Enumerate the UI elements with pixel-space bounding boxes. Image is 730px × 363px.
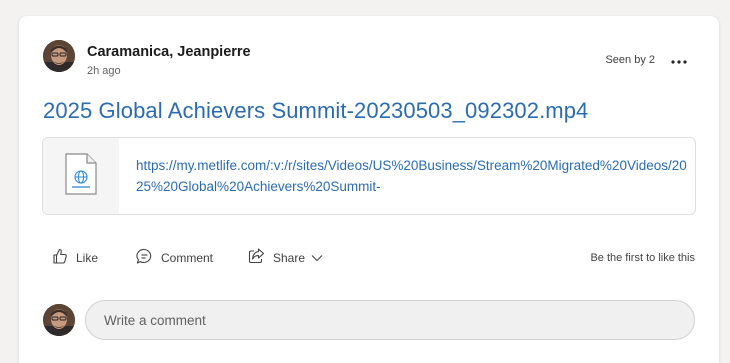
author-avatar[interactable]	[43, 40, 75, 72]
web-file-icon	[64, 152, 98, 200]
post-title-link[interactable]: 2025 Global Achievers Summit-20230503_09…	[43, 98, 588, 124]
share-label: Share	[273, 250, 306, 265]
post-timestamp: 2h ago	[87, 65, 121, 77]
link-preview-card[interactable]: https://my.metlife.com/:v:/r/sites/Video…	[42, 137, 696, 215]
comment-label: Comment	[161, 251, 214, 265]
link-thumbnail	[43, 138, 119, 214]
more-options-button[interactable]	[667, 50, 691, 70]
share-button[interactable]: Share	[248, 248, 331, 267]
chat-bubble-icon	[136, 248, 161, 268]
chevron-down-icon	[311, 251, 331, 265]
commenter-avatar	[43, 304, 75, 336]
share-arrow-icon	[248, 248, 273, 267]
more-horizontal-icon	[671, 51, 687, 69]
post-card: Caramanica, Jeanpierre 2h ago Seen by 2 …	[19, 16, 719, 363]
thumbs-up-icon	[52, 248, 76, 267]
link-url[interactable]: https://my.metlife.com/:v:/r/sites/Video…	[136, 155, 688, 197]
comment-input[interactable]	[85, 300, 695, 340]
comment-button[interactable]: Comment	[136, 248, 213, 268]
first-like-text: Be the first to like this	[590, 252, 695, 264]
like-label: Like	[76, 250, 99, 265]
author-name[interactable]: Caramanica, Jeanpierre	[87, 44, 251, 60]
like-button[interactable]: Like	[52, 248, 98, 267]
seen-by-button[interactable]: Seen by 2	[605, 54, 655, 66]
